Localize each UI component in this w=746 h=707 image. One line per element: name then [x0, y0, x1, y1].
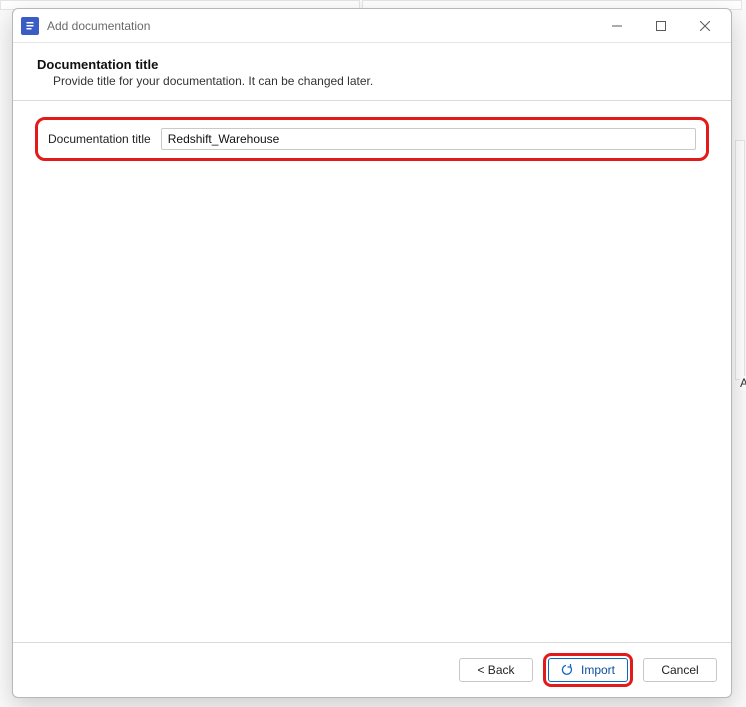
- title-field-label: Documentation title: [48, 132, 151, 146]
- maximize-button[interactable]: [639, 11, 683, 41]
- background-column-header: A: [740, 376, 746, 390]
- dialog-body: Documentation title: [13, 101, 731, 642]
- dialog-footer: < Back Import Cancel: [13, 642, 731, 697]
- window-title: Add documentation: [47, 19, 595, 33]
- bg-cell: [735, 140, 745, 380]
- cancel-button-label: Cancel: [661, 663, 698, 677]
- back-button-label: < Back: [477, 663, 514, 677]
- title-field-highlight: Documentation title: [35, 117, 709, 161]
- import-button[interactable]: Import: [548, 658, 628, 682]
- documentation-title-input[interactable]: [161, 128, 696, 150]
- import-button-highlight: Import: [543, 653, 633, 687]
- close-button[interactable]: [683, 11, 727, 41]
- window-controls: [595, 11, 727, 41]
- import-icon: [561, 664, 575, 676]
- import-button-label: Import: [581, 663, 615, 677]
- header-subtitle: Provide title for your documentation. It…: [37, 74, 707, 88]
- cancel-button[interactable]: Cancel: [643, 658, 717, 682]
- titlebar: Add documentation: [13, 9, 731, 43]
- minimize-button[interactable]: [595, 11, 639, 41]
- back-button[interactable]: < Back: [459, 658, 533, 682]
- document-icon: [21, 17, 39, 35]
- add-documentation-dialog: Add documentation Documentation title Pr…: [12, 8, 732, 698]
- dialog-header: Documentation title Provide title for yo…: [13, 43, 731, 94]
- header-title: Documentation title: [37, 57, 707, 72]
